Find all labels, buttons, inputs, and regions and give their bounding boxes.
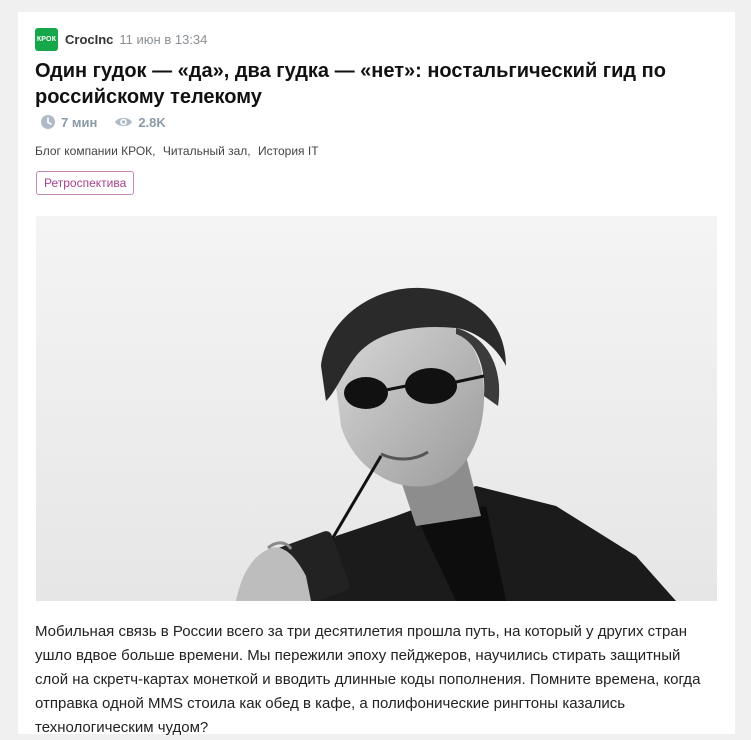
views-count: 2.8K	[114, 114, 166, 130]
company-logo[interactable]: КРОК	[35, 27, 58, 51]
hubs-list: Блог компании КРОК, Читальный зал, Истор…	[35, 144, 319, 158]
hub-link[interactable]: История IT	[258, 144, 319, 158]
reading-time-value: 7 мин	[61, 114, 98, 130]
hub-link[interactable]: Блог компании КРОК,	[35, 144, 156, 158]
hub-link[interactable]: Читальный зал,	[163, 144, 251, 158]
article-card: КРОК CrocInc 11 июн в 13:34 Один гудок —…	[18, 12, 735, 736]
clock-icon	[41, 115, 55, 129]
author-link[interactable]: CrocInc	[65, 32, 113, 47]
article-stats: 7 мин 2.8K	[40, 114, 183, 130]
article-lead-text: Мобильная связь в России всего за три де…	[35, 623, 701, 736]
reading-time: 7 мин	[40, 114, 97, 130]
views-value: 2.8K	[138, 114, 166, 130]
eye-icon	[115, 117, 133, 127]
post-date: 11 июн в 13:34	[119, 31, 208, 47]
article-cover-image	[36, 216, 717, 601]
post-meta: КРОК CrocInc 11 июн в 13:34	[35, 27, 208, 51]
cover-photo-illustration	[36, 216, 717, 601]
post-label-retrospective[interactable]: Ретроспектива	[36, 171, 135, 195]
article-title[interactable]: Один гудок — «да», два гудка — «нет»: но…	[35, 58, 715, 110]
